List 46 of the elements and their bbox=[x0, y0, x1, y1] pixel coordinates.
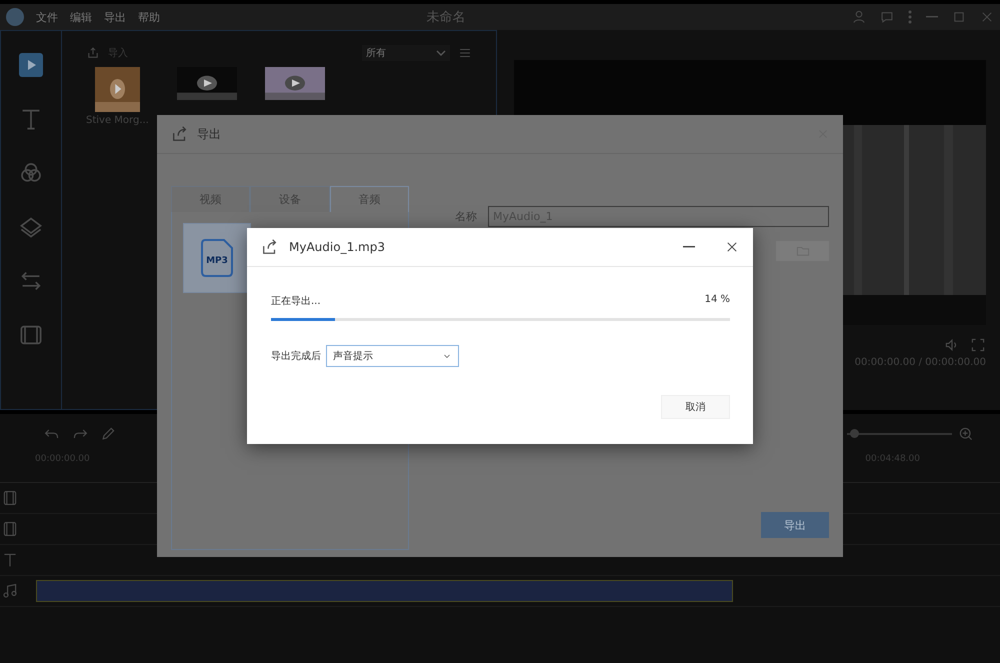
tool-tab[interactable] bbox=[19, 215, 43, 239]
film-icon bbox=[19, 323, 43, 347]
tool-tab[interactable] bbox=[19, 323, 43, 347]
status-text: 正在导出... bbox=[271, 294, 321, 308]
app-logo bbox=[6, 8, 24, 26]
layers-icon bbox=[19, 215, 43, 239]
arrows-icon bbox=[19, 269, 43, 293]
format-option[interactable]: MP3 bbox=[183, 223, 251, 293]
music-icon bbox=[2, 583, 18, 599]
menu-item[interactable]: 编辑 bbox=[70, 10, 92, 24]
close-icon bbox=[980, 10, 994, 24]
chat-icon bbox=[880, 10, 894, 24]
chevron-icon bbox=[436, 50, 446, 56]
fullscreen-icon bbox=[970, 337, 986, 353]
cancel-button[interactable]: 取消 bbox=[661, 395, 730, 419]
list-icon bbox=[458, 46, 472, 60]
more-icon bbox=[908, 10, 912, 24]
film-icon bbox=[2, 521, 18, 537]
maximize-icon bbox=[952, 10, 966, 24]
menu-item[interactable]: 导出 bbox=[104, 10, 126, 24]
tool-tab[interactable] bbox=[19, 269, 43, 293]
filter-dropdown[interactable]: 所有 bbox=[362, 45, 450, 61]
progress-percent: 14 % bbox=[704, 294, 730, 307]
user-icon bbox=[852, 10, 866, 24]
zoom-in-icon bbox=[958, 426, 974, 442]
film-icon bbox=[2, 490, 18, 506]
field-label: 导出完成后 bbox=[271, 350, 321, 363]
pencil-icon bbox=[100, 426, 116, 442]
dialog-title: 导出 bbox=[197, 126, 221, 142]
export-icon bbox=[261, 238, 279, 256]
close-icon bbox=[725, 240, 739, 254]
export-button[interactable]: 导出 bbox=[761, 512, 829, 538]
dialog-title: MyAudio_1.mp3 bbox=[289, 240, 386, 254]
slider-thumb[interactable] bbox=[850, 429, 860, 438]
menu-item[interactable]: 文件 bbox=[36, 10, 58, 24]
import-icon bbox=[86, 46, 100, 60]
text-icon bbox=[2, 552, 18, 568]
minimize-icon[interactable] bbox=[683, 246, 695, 248]
menu-item[interactable]: 帮助 bbox=[138, 10, 160, 24]
minimize-icon bbox=[926, 16, 938, 18]
file-icon: MP3 bbox=[200, 238, 234, 278]
window-title: 未命名 bbox=[426, 9, 466, 26]
audio-clip[interactable] bbox=[36, 580, 733, 602]
export-icon bbox=[171, 125, 189, 143]
after-export-dropdown[interactable]: 声音提示 bbox=[326, 345, 459, 367]
tool-tab[interactable] bbox=[19, 53, 43, 77]
